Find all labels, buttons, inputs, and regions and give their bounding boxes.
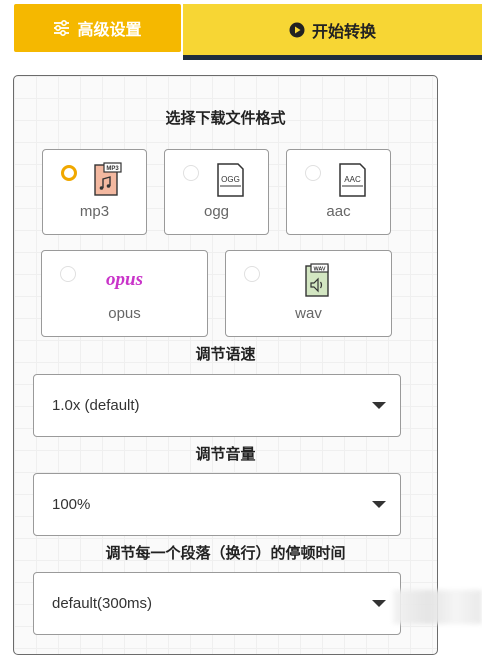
caret-down-icon bbox=[372, 600, 386, 607]
format-option-aac[interactable]: AAC aac bbox=[286, 149, 391, 235]
format-option-opus[interactable]: opus opus bbox=[41, 250, 208, 337]
mp3-file-icon: MP3 bbox=[94, 162, 122, 196]
blurred-watermark bbox=[393, 590, 482, 624]
start-convert-label: 开始转换 bbox=[311, 23, 376, 41]
format-label-wav: wav bbox=[295, 305, 322, 322]
advanced-settings-label: 高级设置 bbox=[77, 22, 142, 39]
format-label-ogg: ogg bbox=[203, 203, 230, 220]
pause-select[interactable]: default(300ms) bbox=[33, 572, 401, 635]
pause-select-value: default(300ms) bbox=[52, 595, 153, 612]
format-label-aac: aac bbox=[326, 203, 351, 220]
format-option-mp3[interactable]: MP3 mp3 bbox=[42, 149, 147, 235]
radio-wav[interactable] bbox=[244, 266, 260, 282]
volume-select-value: 100% bbox=[52, 496, 91, 513]
caret-down-icon bbox=[372, 402, 386, 409]
play-circle-icon bbox=[289, 22, 305, 37]
start-convert-button[interactable]: 开始转换 bbox=[183, 4, 482, 60]
radio-ogg[interactable] bbox=[183, 165, 199, 181]
caret-down-icon bbox=[372, 501, 386, 508]
ogg-file-icon: OGG bbox=[217, 163, 244, 197]
speed-section-title: 调节语速 bbox=[195, 346, 256, 363]
svg-text:AAC: AAC bbox=[344, 175, 361, 184]
radio-aac[interactable] bbox=[305, 165, 321, 181]
speed-select-value: 1.0x (default) bbox=[52, 397, 140, 414]
opus-logo: opus bbox=[106, 269, 143, 290]
wav-file-icon: WAV bbox=[305, 263, 329, 297]
sliders-icon bbox=[54, 20, 70, 36]
pause-section-title: 调节每一个段落（换行）的停顿时间 bbox=[105, 545, 346, 562]
format-section-title: 选择下载文件格式 bbox=[165, 110, 286, 127]
aac-file-icon: AAC bbox=[339, 163, 366, 197]
format-option-ogg[interactable]: OGG ogg bbox=[164, 149, 269, 235]
svg-text:OGG: OGG bbox=[221, 175, 240, 184]
speed-select[interactable]: 1.0x (default) bbox=[33, 374, 401, 437]
settings-panel: 选择下载文件格式 MP3 mp3 OGG ogg AAC aac opus op… bbox=[13, 75, 438, 655]
volume-section-title: 调节音量 bbox=[195, 446, 256, 463]
radio-mp3[interactable] bbox=[61, 165, 77, 181]
format-label-mp3: mp3 bbox=[79, 203, 110, 220]
svg-text:MP3: MP3 bbox=[106, 166, 119, 172]
advanced-settings-button[interactable]: 高级设置 bbox=[14, 4, 181, 52]
format-label-opus: opus bbox=[108, 305, 141, 322]
format-option-wav[interactable]: WAV wav bbox=[225, 250, 392, 337]
volume-select[interactable]: 100% bbox=[33, 473, 401, 536]
svg-text:WAV: WAV bbox=[313, 267, 325, 273]
